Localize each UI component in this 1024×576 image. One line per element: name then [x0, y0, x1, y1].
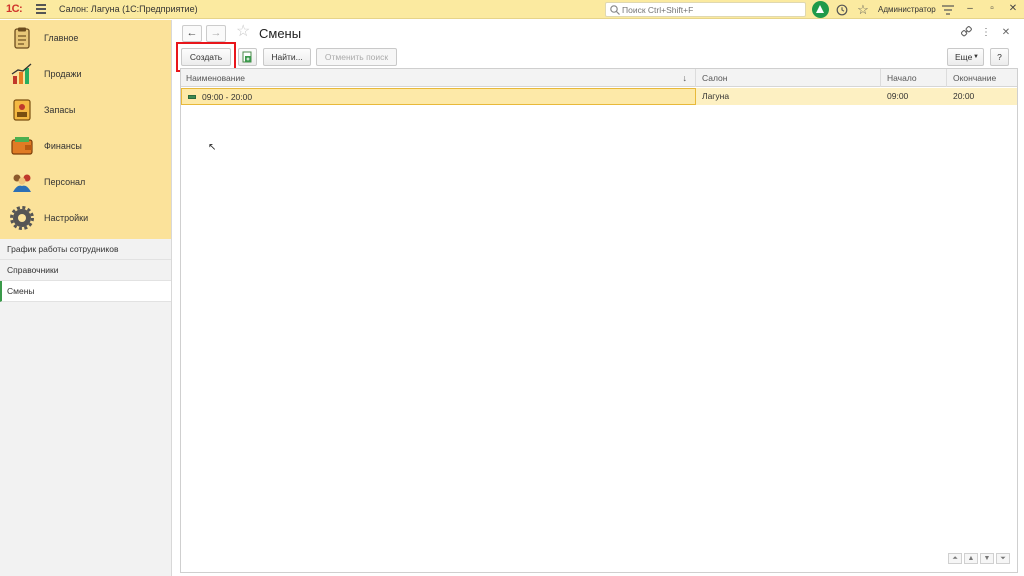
stock-icon: [13, 99, 31, 121]
find-button[interactable]: Найти...: [263, 48, 311, 66]
scroll-bottom-icon[interactable]: ⏷: [996, 553, 1010, 564]
cell-start[interactable]: 09:00: [882, 88, 947, 105]
staff-icon: [13, 174, 31, 192]
cell-name-text: 09:00 - 20:00: [202, 92, 253, 102]
cancel-search-button[interactable]: Отменить поиск: [316, 48, 397, 66]
wallet-icon: [11, 137, 33, 155]
scroll-top-icon[interactable]: ⏶: [948, 553, 962, 564]
app-title: Салон: Лагуна (1С:Предприятие): [59, 4, 198, 14]
favorite-star-icon[interactable]: ☆: [236, 24, 250, 40]
table-header: Наименование ↓ Салон Начало Окончание: [181, 69, 1017, 87]
more-vertical-icon[interactable]: ⋮: [979, 26, 993, 40]
more-button-label: Еще: [955, 52, 973, 62]
more-button[interactable]: Еще ▼: [947, 48, 984, 66]
cell-end[interactable]: 20:00: [948, 88, 1017, 105]
favorites-star-icon[interactable]: ☆: [855, 2, 871, 18]
sidebar-item-main[interactable]: Главное: [0, 20, 171, 56]
search-input[interactable]: [622, 4, 802, 16]
close-form-icon[interactable]: ✕: [999, 26, 1013, 40]
sidebar-item-label: Настройки: [44, 213, 89, 223]
sidebar-item-sales[interactable]: Продажи: [0, 56, 171, 92]
global-search[interactable]: [605, 2, 806, 17]
column-header-end[interactable]: Окончание: [948, 69, 1017, 87]
shifts-table: Наименование ↓ Салон Начало Окончание 09…: [180, 68, 1018, 573]
maximize-icon[interactable]: ▫: [985, 2, 999, 16]
column-header-salon[interactable]: Салон: [697, 69, 881, 87]
copy-button[interactable]: [238, 48, 257, 66]
sidebar-link-directories[interactable]: Справочники: [0, 260, 171, 281]
sidebar: Главное Продажи Запасы Финансы Персонал …: [0, 20, 172, 576]
cell-salon[interactable]: Лагуна: [697, 88, 881, 105]
title-bar: 1С: Салон: Лагуна (1С:Предприятие) ☆ Адм…: [0, 0, 1024, 19]
column-header-start[interactable]: Начало: [882, 69, 947, 87]
history-icon[interactable]: [834, 2, 850, 18]
link-icon[interactable]: [959, 26, 973, 40]
copy-doc-icon: [242, 51, 252, 63]
column-header-label: Наименование: [186, 73, 245, 83]
sort-arrow-icon: ↓: [682, 73, 688, 83]
sidebar-item-label: Финансы: [44, 141, 82, 151]
gear-icon: [10, 206, 34, 230]
settings-menu-icon[interactable]: [940, 2, 956, 18]
menu-icon[interactable]: [36, 4, 46, 14]
help-button[interactable]: ?: [990, 48, 1009, 66]
scroll-up-icon[interactable]: ▲: [964, 553, 978, 564]
forward-button[interactable]: →: [206, 25, 226, 42]
cell-name[interactable]: 09:00 - 20:00: [181, 88, 696, 105]
sidebar-item-label: Запасы: [44, 105, 76, 115]
table-row[interactable]: 09:00 - 20:00 Лагуна 09:00 20:00: [181, 88, 1017, 105]
sidebar-item-label: Главное: [44, 33, 79, 43]
mouse-cursor-icon: ↖: [208, 142, 217, 153]
main-panel: ← → ☆ Смены ⋮ ✕ Создать Найти... Отменит…: [173, 20, 1024, 576]
sidebar-link-shifts[interactable]: Смены: [0, 281, 171, 302]
scroll-down-icon[interactable]: ▼: [980, 553, 994, 564]
sidebar-item-settings[interactable]: Настройки: [0, 200, 171, 236]
search-icon: [610, 5, 620, 15]
sidebar-item-label: Продажи: [44, 69, 82, 79]
item-icon: [188, 95, 196, 99]
sidebar-item-label: Персонал: [44, 177, 86, 187]
column-header-name[interactable]: Наименование ↓: [181, 69, 696, 87]
sidebar-link-employee-schedule[interactable]: График работы сотрудников: [0, 239, 171, 260]
close-icon[interactable]: ✕: [1006, 2, 1020, 16]
user-name[interactable]: Администратор: [878, 5, 936, 14]
clipboard-icon: [14, 27, 30, 49]
app-logo: 1С:: [6, 3, 23, 15]
notifications-icon[interactable]: [812, 1, 829, 18]
section-panel: Главное Продажи Запасы Финансы Персонал …: [0, 20, 171, 239]
back-button[interactable]: ←: [182, 25, 202, 42]
page-title: Смены: [259, 26, 302, 41]
sales-chart-icon: [11, 63, 32, 84]
sidebar-item-staff[interactable]: Персонал: [0, 164, 171, 200]
minimize-icon[interactable]: –: [963, 2, 977, 16]
sidebar-item-stock[interactable]: Запасы: [0, 92, 171, 128]
chevron-down-icon: ▼: [973, 54, 979, 60]
sidebar-item-finance[interactable]: Финансы: [0, 128, 171, 164]
